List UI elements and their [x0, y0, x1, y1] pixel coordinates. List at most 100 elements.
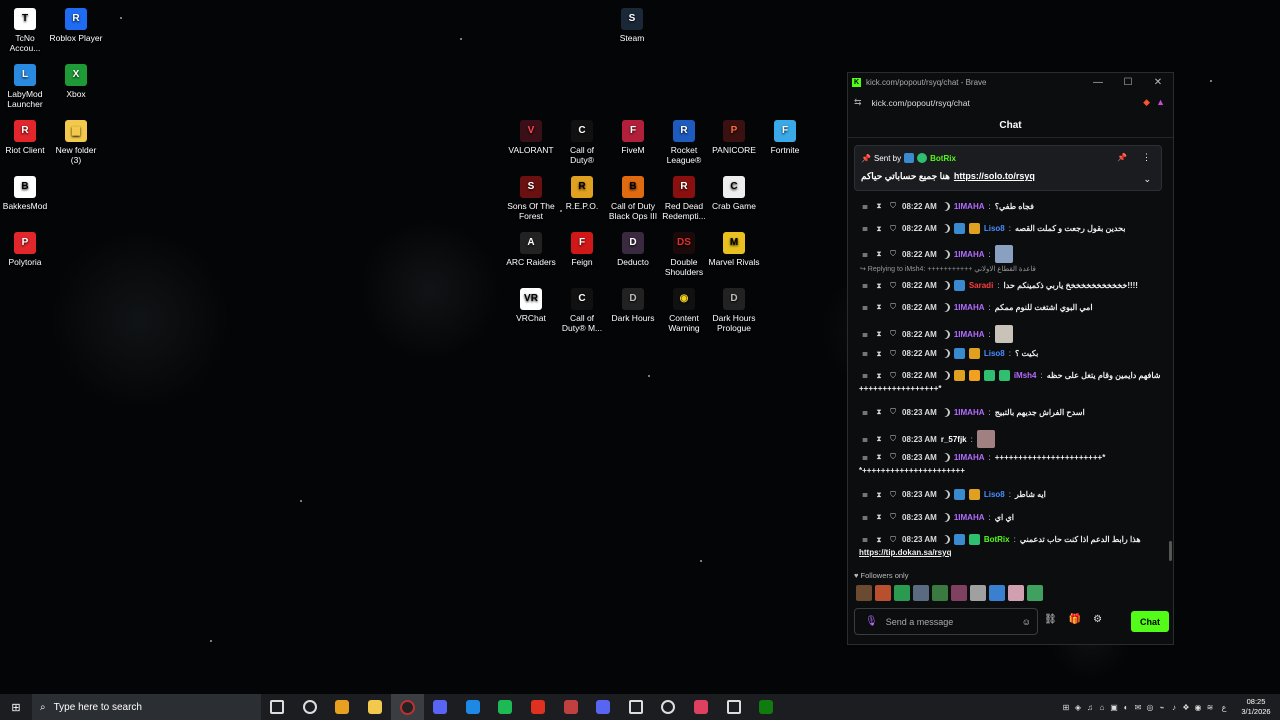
- ban-shield-icon[interactable]: ⛉: [888, 371, 898, 381]
- office-icon[interactable]: [717, 694, 750, 720]
- desktop-icon[interactable]: R Roblox Player: [48, 8, 104, 43]
- desktop-icon[interactable]: S Steam: [604, 8, 660, 43]
- spotify-icon[interactable]: [489, 694, 522, 720]
- gift-icon[interactable]: 🎁: [1069, 614, 1081, 625]
- chat-message[interactable]: ≣ ⧗ ⛉ 08:23 AM 1IMAHA: اسدح الفراش جديهم بالت…: [860, 407, 1085, 417]
- game-icon[interactable]: [554, 694, 587, 720]
- unpin-icon[interactable]: 📌: [1117, 153, 1127, 162]
- obs-icon[interactable]: [391, 694, 424, 720]
- chat-message[interactable]: ≣ ⧗ ⛉ 08:22 AM Liso8: بحدين بقول رجعت و كملت …: [860, 223, 1125, 234]
- xbox-icon[interactable]: [750, 694, 783, 720]
- message-username[interactable]: 1IMAHA: [954, 330, 985, 339]
- windows-start-icon[interactable]: ⊞: [0, 701, 32, 714]
- desktop-icon[interactable]: S Sons Of The Forest: [503, 176, 559, 221]
- chat-message[interactable]: ≣ ⧗ ⛉ 08:23 AM Liso8: ايه شاطر: [860, 489, 1046, 500]
- tray-icon[interactable]: ◉: [1192, 703, 1204, 712]
- message-username[interactable]: 1IMAHA: [954, 408, 985, 417]
- file-explorer-icon[interactable]: [359, 694, 392, 720]
- desktop-icon[interactable]: T TcNo Accou...: [0, 8, 53, 53]
- emote-button[interactable]: [894, 585, 910, 601]
- emote-button[interactable]: [875, 585, 891, 601]
- emoji-icon[interactable]: ☺: [1022, 617, 1031, 627]
- desktop-icon[interactable]: C Crab Game: [706, 176, 762, 211]
- desktop-icon[interactable]: F Feign: [554, 232, 610, 267]
- chat-message[interactable]: ≣ ⧗ ⛉ 08:23 AM 1IMAHA: ++++++++++++++++++++++…: [860, 452, 1105, 462]
- desktop-icon[interactable]: ▆ New folder (3): [48, 120, 104, 165]
- desktop-icon[interactable]: DS Double Shoulders: [656, 232, 712, 277]
- close-button[interactable]: ✕: [1143, 77, 1173, 88]
- desktop-icon[interactable]: D Dark Hours: [605, 288, 661, 323]
- tray-icon[interactable]: ◎: [1144, 703, 1156, 712]
- ban-shield-icon[interactable]: ⛉: [888, 434, 898, 444]
- pin-message-icon[interactable]: ≣: [860, 349, 870, 358]
- chevron-down-icon[interactable]: ⌄: [1143, 174, 1151, 185]
- timeout-hourglass-icon[interactable]: ⧗: [874, 249, 884, 259]
- ban-shield-icon[interactable]: ⛉: [888, 281, 898, 291]
- desktop-icon[interactable]: P PANICORE: [706, 120, 762, 155]
- tray-icon[interactable]: ◐: [1120, 703, 1132, 712]
- discord-icon[interactable]: [587, 694, 620, 720]
- timeout-hourglass-icon[interactable]: ⧗: [874, 371, 884, 381]
- message-username[interactable]: iMsh4: [1014, 371, 1037, 380]
- desktop-icon[interactable]: R Riot Client: [0, 120, 53, 155]
- ban-shield-icon[interactable]: ⛉: [888, 407, 898, 417]
- chat-message[interactable]: ≣ ⧗ ⛉ 08:22 AM 1IMAHA:: [860, 245, 1013, 263]
- message-username[interactable]: 1IMAHA: [954, 453, 985, 462]
- message-input[interactable]: 🎙 Send a message ☺: [854, 608, 1038, 635]
- timeout-hourglass-icon[interactable]: ⧗: [874, 512, 884, 522]
- desktop-icon[interactable]: F Fortnite: [757, 120, 813, 155]
- site-settings-icon[interactable]: ⇆: [854, 97, 862, 108]
- timeout-hourglass-icon[interactable]: ⧗: [874, 349, 884, 359]
- timeout-hourglass-icon[interactable]: ⧗: [874, 434, 884, 444]
- pin-message-icon[interactable]: ≣: [860, 371, 870, 380]
- ban-shield-icon[interactable]: ⛉: [888, 535, 898, 545]
- tray-icon[interactable]: ⊞: [1060, 703, 1072, 712]
- minimize-button[interactable]: —: [1083, 77, 1113, 88]
- pin-message-icon[interactable]: ≣: [860, 435, 870, 444]
- app-icon[interactable]: [685, 694, 718, 720]
- desktop-icon[interactable]: B BakkesMod: [0, 176, 53, 211]
- desktop-icon[interactable]: C Call of Duty®: [554, 120, 610, 165]
- chat-message[interactable]: ≣ ⧗ ⛉ 08:23 AM BotRix: هذا رابط الدعم اذا كنت…: [860, 534, 1141, 545]
- chat-message[interactable]: ≣ ⧗ ⛉ 08:22 AM Liso8: بكيت ؟: [860, 348, 1038, 359]
- ban-shield-icon[interactable]: ⛉: [888, 329, 898, 339]
- chrome-icon[interactable]: [326, 694, 359, 720]
- timeout-hourglass-icon[interactable]: ⧗: [874, 201, 884, 211]
- pin-message-icon[interactable]: ≣: [860, 453, 870, 462]
- message-username[interactable]: r_57fjk: [941, 435, 967, 444]
- pin-message-icon[interactable]: ≣: [860, 281, 870, 290]
- timeout-hourglass-icon[interactable]: ⧗: [874, 407, 884, 417]
- more-options-icon[interactable]: ⋮: [1142, 152, 1151, 163]
- desktop-icon[interactable]: A ARC Raiders: [503, 232, 559, 267]
- tray-icon[interactable]: ✉: [1132, 703, 1144, 712]
- message-username[interactable]: 1IMAHA: [954, 250, 985, 259]
- pin-message-icon[interactable]: ≣: [860, 490, 870, 499]
- url-text[interactable]: kick.com/popout/rsyq/chat: [872, 98, 970, 108]
- github-icon[interactable]: [652, 694, 685, 720]
- desktop-icon[interactable]: X Xbox: [48, 64, 104, 99]
- maximize-button[interactable]: ☐: [1113, 77, 1143, 88]
- message-username[interactable]: 1IMAHA: [954, 303, 985, 312]
- taskbar-search-placeholder[interactable]: Type here to search: [54, 702, 142, 713]
- message-username[interactable]: 1IMAHA: [954, 513, 985, 522]
- store-icon[interactable]: [457, 694, 490, 720]
- desktop-icon[interactable]: D Dark Hours Prologue: [706, 288, 762, 333]
- ban-shield-icon[interactable]: ⛉: [888, 224, 898, 234]
- emote-button[interactable]: [970, 585, 986, 601]
- steelseries-icon[interactable]: [294, 694, 327, 720]
- desktop-icon[interactable]: R Red Dead Redempti...: [656, 176, 712, 221]
- emote-button[interactable]: [989, 585, 1005, 601]
- message-continuation[interactable]: https://tip.dokan.sa/rsyq: [859, 548, 951, 557]
- chat-message[interactable]: ≣ ⧗ ⛉ 08:22 AM 1IMAHA:: [860, 325, 1013, 343]
- emote-button[interactable]: [1008, 585, 1024, 601]
- pin-message-icon[interactable]: ≣: [860, 535, 870, 544]
- brave-shields-icon[interactable]: ◆: [1143, 97, 1150, 108]
- timeout-hourglass-icon[interactable]: ⧗: [874, 224, 884, 234]
- desktop-icon[interactable]: R Rocket League®: [656, 120, 712, 165]
- timeout-hourglass-icon[interactable]: ⧗: [874, 452, 884, 462]
- pinned-link[interactable]: https://solo.to/rsyq: [954, 171, 1035, 182]
- timeout-hourglass-icon[interactable]: ⧗: [874, 490, 884, 500]
- chat-message[interactable]: ≣ ⧗ ⛉ 08:22 AM iMsh4: شافهم دايمين وقام يتغل …: [860, 370, 1161, 381]
- tray-icon[interactable]: ≋: [1204, 703, 1216, 712]
- timeout-hourglass-icon[interactable]: ⧗: [874, 281, 884, 291]
